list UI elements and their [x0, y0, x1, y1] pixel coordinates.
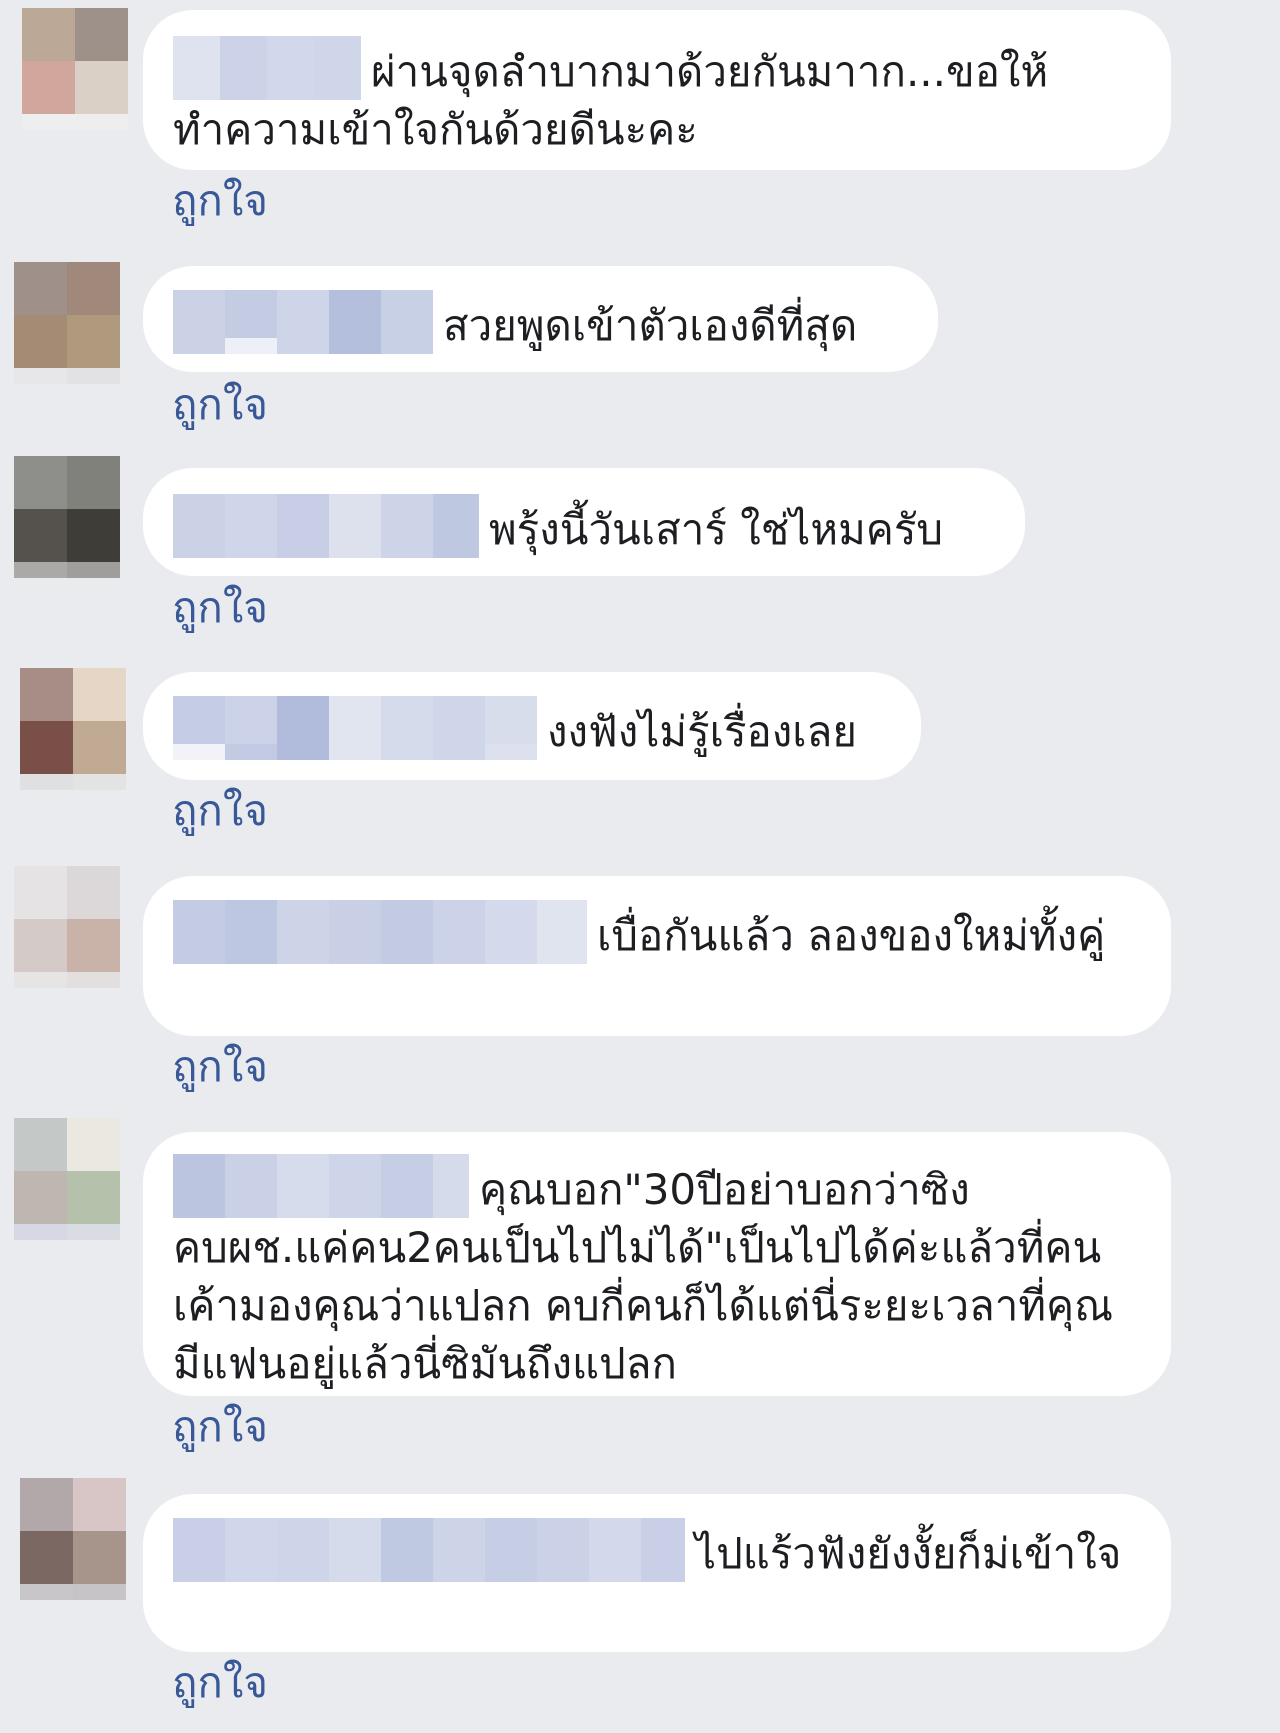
comment-bubble: ผ่านจุดลำบากมาด้วยกันมาาก...ขอให้ทำความเ… — [143, 10, 1171, 170]
commenter-name-blurred[interactable] — [173, 290, 433, 354]
commenter-name-blurred[interactable] — [173, 900, 587, 964]
avatar[interactable] — [14, 456, 120, 562]
avatar[interactable] — [20, 668, 126, 774]
commenter-name-blurred[interactable] — [173, 696, 537, 760]
commenter-name-blurred[interactable] — [173, 1518, 685, 1582]
avatar[interactable] — [20, 1478, 126, 1584]
comment-text: ไปแร้วฟังยังงั้ยก็ม่เข้าใจ — [695, 1529, 1122, 1578]
like-button[interactable]: ถูกใจ — [172, 1658, 268, 1708]
comment-bubble: เบื่อกันแล้ว ลองของใหม่ทั้งคู่ — [143, 876, 1171, 1036]
avatar[interactable] — [14, 866, 120, 972]
commenter-name-blurred[interactable] — [173, 36, 361, 100]
like-button[interactable]: ถูกใจ — [172, 786, 268, 836]
comment-text: สวยพูดเข้าตัวเองดีที่สุด — [443, 301, 858, 350]
commenter-name-blurred[interactable] — [173, 494, 479, 558]
like-button[interactable]: ถูกใจ — [172, 583, 268, 633]
like-button[interactable]: ถูกใจ — [172, 1402, 268, 1452]
comment-bubble: งงฟังไม่รู้เรื่องเลย — [143, 672, 921, 780]
comment-bubble: พรุ้งนี้วันเสาร์ ใช่ไหมครับ — [143, 468, 1025, 576]
avatar — [14, 562, 120, 578]
like-button[interactable]: ถูกใจ — [172, 176, 268, 226]
commenter-name-blurred[interactable] — [173, 1154, 469, 1218]
avatar — [20, 774, 126, 790]
avatar[interactable] — [14, 1118, 120, 1224]
comment-text: เบื่อกันแล้ว ลองของใหม่ทั้งคู่ — [597, 911, 1106, 960]
avatar — [20, 1584, 126, 1600]
comment-bubble: ไปแร้วฟังยังงั้ยก็ม่เข้าใจ — [143, 1494, 1171, 1652]
avatar — [14, 1224, 120, 1240]
comment-text: งงฟังไม่รู้เรื่องเลย — [547, 707, 857, 756]
avatar — [14, 368, 120, 384]
comment-bubble: คุณบอก"30ปีอย่าบอกว่าซิงคบผช.แค่คน2คนเป็… — [143, 1132, 1171, 1396]
avatar — [22, 114, 128, 130]
avatar — [14, 972, 120, 988]
avatar[interactable] — [22, 8, 128, 114]
like-button[interactable]: ถูกใจ — [172, 380, 268, 430]
comment-bubble: สวยพูดเข้าตัวเองดีที่สุด — [143, 266, 938, 372]
avatar[interactable] — [14, 262, 120, 368]
like-button[interactable]: ถูกใจ — [172, 1042, 268, 1092]
comment-text: พรุ้งนี้วันเสาร์ ใช่ไหมครับ — [489, 505, 944, 554]
